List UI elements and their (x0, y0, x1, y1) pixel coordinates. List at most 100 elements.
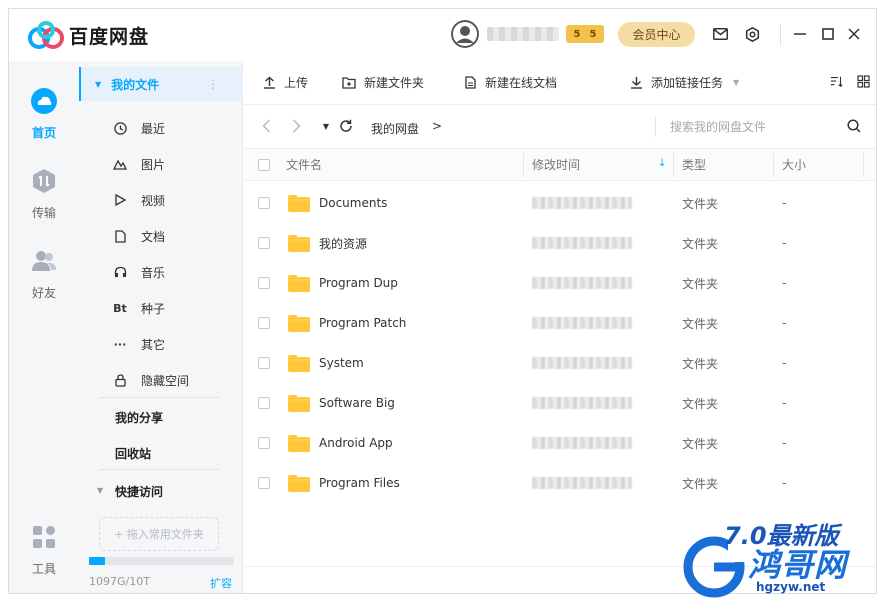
column-type[interactable]: 类型 (682, 149, 706, 180)
folder-icon (288, 434, 310, 452)
table-row[interactable]: Software Big 文件夹 - (244, 383, 876, 423)
row-checkbox[interactable] (258, 463, 270, 503)
folder-icon (288, 194, 310, 212)
new-folder-button[interactable]: 新建文件夹 (342, 74, 424, 91)
column-divider[interactable] (673, 153, 674, 177)
sidebar-item-quick-access[interactable]: 快捷访问 (115, 483, 163, 500)
back-icon[interactable] (258, 118, 274, 134)
row-checkbox[interactable] (258, 223, 270, 263)
sidebar-item-label: 其它 (141, 337, 166, 352)
sidebar-item-label: 最近 (141, 121, 166, 136)
close-icon[interactable] (845, 25, 863, 43)
play-icon (113, 193, 127, 207)
file-name[interactable]: Software Big (319, 396, 395, 410)
new-folder-label: 新建文件夹 (364, 76, 425, 90)
sidebar-item-torrents[interactable]: Bt 种子 (113, 298, 165, 318)
column-name[interactable]: 文件名 (286, 149, 322, 180)
sidebar-item-recent[interactable]: 最近 (113, 118, 165, 138)
modified-time-blurred (532, 197, 632, 209)
row-checkbox[interactable] (258, 263, 270, 303)
column-modified[interactable]: 修改时间 (532, 149, 580, 180)
row-checkbox[interactable] (258, 303, 270, 343)
sidebar-item-images[interactable]: 图片 (113, 154, 165, 174)
grid-view-button[interactable] (856, 74, 876, 88)
table-row[interactable]: 我的资源 文件夹 - (244, 223, 876, 263)
file-name[interactable]: Documents (319, 196, 387, 210)
file-name[interactable]: Android App (319, 436, 393, 450)
search-icon[interactable] (847, 119, 861, 133)
file-table-header: 文件名 修改时间 ↓ 类型 大小 (244, 149, 876, 181)
file-name[interactable]: 我的资源 (319, 235, 367, 252)
more-vertical-icon[interactable]: ⋮ (207, 77, 219, 91)
column-divider[interactable] (863, 153, 864, 177)
file-name[interactable]: Program Dup (319, 276, 398, 290)
file-name[interactable]: Program Files (319, 476, 400, 490)
table-row[interactable]: System 文件夹 - (244, 343, 876, 383)
column-size[interactable]: 大小 (782, 149, 806, 180)
file-name[interactable]: System (319, 356, 364, 370)
row-checkbox[interactable] (258, 183, 270, 223)
new-folder-icon (342, 76, 356, 90)
file-name[interactable]: Program Patch (319, 316, 406, 330)
collapse-triangle-icon[interactable]: ▼ (95, 80, 101, 89)
user-icon (451, 20, 479, 48)
table-row[interactable]: Documents 文件夹 - (244, 183, 876, 223)
collapse-triangle-icon[interactable]: ▼ (97, 486, 103, 495)
member-center-button[interactable]: 会员中心 (618, 22, 695, 47)
friends-icon (32, 251, 56, 271)
vip-level-badge[interactable]: 5 5 (566, 25, 604, 43)
upload-button[interactable]: 上传 (262, 74, 308, 91)
username-blurred[interactable] (487, 27, 559, 41)
table-row[interactable]: Android App 文件夹 - (244, 423, 876, 463)
history-dropdown-icon[interactable]: ▼ (318, 118, 334, 134)
sidebar-item-documents[interactable]: 文档 (113, 226, 165, 246)
sort-desc-icon[interactable]: ↓ (658, 158, 666, 169)
sort-button[interactable] (830, 74, 852, 88)
sidebar-item-music[interactable]: 音乐 (113, 262, 165, 282)
row-checkbox[interactable] (258, 383, 270, 423)
file-size: - (782, 196, 787, 210)
online-doc-icon (463, 76, 477, 90)
avatar[interactable] (451, 20, 479, 48)
rail-item-friends[interactable]: 好友 (9, 247, 79, 301)
rail-item-transfer[interactable]: 传输 (9, 167, 79, 221)
sidebar-item-my-share[interactable]: 我的分享 (115, 409, 163, 426)
file-type: 文件夹 (682, 356, 719, 371)
breadcrumb-separator: > (432, 119, 443, 133)
column-divider[interactable] (523, 153, 524, 177)
forward-icon[interactable] (288, 118, 304, 134)
sidebar-item-recycle-bin[interactable]: 回收站 (115, 445, 151, 462)
sidebar-item-hidden-space[interactable]: 隐藏空间 (113, 370, 189, 390)
table-row[interactable]: Program Dup 文件夹 - (244, 263, 876, 303)
drop-folder-zone[interactable]: + 拖入常用文件夹 (99, 517, 219, 551)
minimize-icon[interactable] (791, 25, 809, 43)
sidebar-item-videos[interactable]: 视频 (113, 190, 165, 210)
expand-storage-link[interactable]: 扩容 (210, 575, 232, 591)
file-size: - (782, 236, 787, 250)
mail-icon[interactable] (711, 25, 729, 43)
row-checkbox[interactable] (258, 423, 270, 463)
new-doc-button[interactable]: 新建在线文档 (463, 74, 557, 91)
search-input[interactable] (670, 116, 840, 138)
maximize-icon[interactable] (819, 25, 837, 43)
rail-label-friends: 好友 (31, 286, 56, 300)
folder-icon (288, 394, 310, 412)
column-divider[interactable] (773, 153, 774, 177)
settings-icon[interactable] (743, 25, 761, 43)
transfer-icon (33, 169, 55, 193)
breadcrumb[interactable]: 我的网盘 (371, 120, 419, 137)
row-checkbox[interactable] (258, 343, 270, 383)
file-type: 文件夹 (682, 236, 719, 251)
refresh-icon[interactable] (338, 118, 354, 134)
table-row[interactable]: Program Patch 文件夹 - (244, 303, 876, 343)
sidebar-item-other[interactable]: ··· 其它 (113, 334, 165, 354)
rail-item-tools[interactable]: 工具 (9, 523, 79, 577)
sidebar-my-files-label: 我的文件 (111, 77, 160, 92)
sidebar-my-files[interactable]: ▼ 我的文件 ⋮ (79, 67, 243, 101)
chevron-down-icon[interactable]: ▼ (733, 78, 739, 87)
select-all-checkbox[interactable] (258, 149, 270, 180)
add-link-task-button[interactable]: 添加链接任务 ▼ (629, 74, 739, 91)
table-row[interactable]: Program Files 文件夹 - (244, 463, 876, 503)
file-size: - (782, 356, 787, 370)
rail-item-home[interactable]: 首页 (9, 87, 79, 141)
